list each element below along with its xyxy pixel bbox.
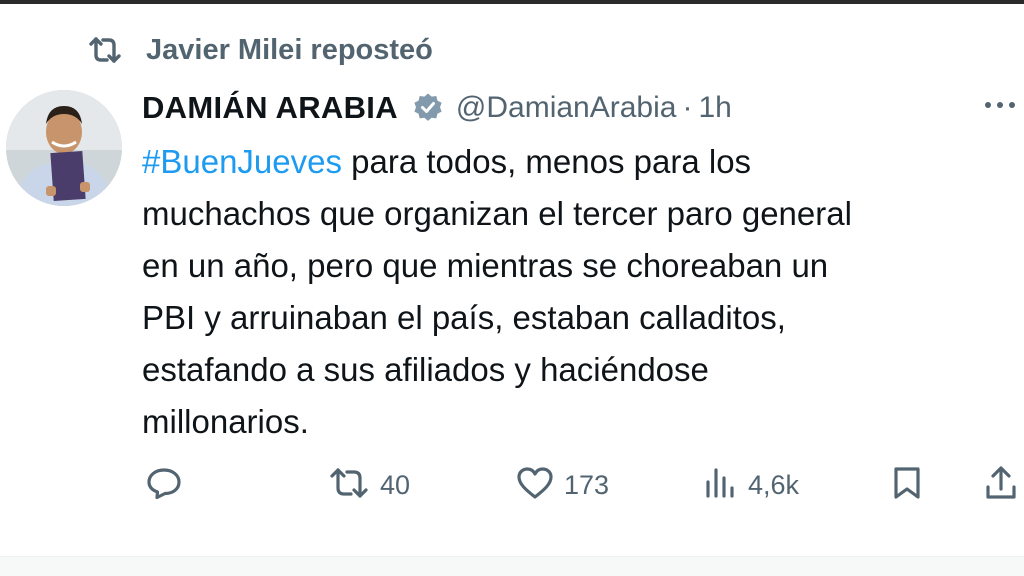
tweet-line: estafando a sus afiliados y haciéndose xyxy=(142,351,709,388)
like-button[interactable]: 173 xyxy=(516,460,609,510)
views-count: 4,6k xyxy=(748,469,800,500)
like-count: 173 xyxy=(564,469,610,500)
verified-badge-icon xyxy=(412,91,446,125)
reply-icon xyxy=(146,466,182,505)
tweet-text: #BuenJueves para todos, menos para los m… xyxy=(142,136,1012,448)
tweet-line: #BuenJueves para todos, menos para los xyxy=(142,136,1012,188)
reply-button[interactable] xyxy=(146,460,182,510)
bottom-divider xyxy=(0,556,1024,576)
header-separator: · xyxy=(682,91,693,124)
bookmark-button[interactable] xyxy=(892,460,922,510)
repost-button[interactable]: 40 xyxy=(328,460,410,510)
tweet-line: millonarios. xyxy=(142,403,309,440)
timestamp[interactable]: 1h xyxy=(698,91,731,125)
views-icon xyxy=(704,466,738,505)
share-icon xyxy=(984,465,1018,506)
tweet-line: PBI y arruinaban el país, estaban callad… xyxy=(142,299,786,336)
hashtag-link[interactable]: #BuenJueves xyxy=(142,143,342,180)
heart-icon xyxy=(516,466,554,505)
repost-icon xyxy=(328,466,370,505)
author-name[interactable]: DAMIÁN ARABIA xyxy=(142,90,398,126)
action-bar: 40 173 4,6k xyxy=(0,460,1024,510)
repost-label[interactable]: Javier Milei reposteó xyxy=(146,34,433,67)
more-options-icon[interactable] xyxy=(982,88,1024,122)
repost-attribution: Javier Milei reposteó xyxy=(86,30,433,70)
tweet-header: DAMIÁN ARABIA @DamianArabia · 1h xyxy=(142,86,732,130)
tweet-line: en un año, pero que mientras se choreaba… xyxy=(142,247,829,284)
bookmark-icon xyxy=(892,465,922,506)
author-handle[interactable]: @DamianArabia xyxy=(456,91,677,125)
share-button[interactable] xyxy=(984,460,1018,510)
tweet-line-text: para todos, menos para los xyxy=(341,143,752,180)
avatar[interactable] xyxy=(6,90,122,206)
tweet-line: muchachos que organizan el tercer paro g… xyxy=(142,195,852,232)
repost-icon xyxy=(86,33,124,67)
top-edge-bar xyxy=(0,0,1024,4)
repost-count: 40 xyxy=(380,469,411,500)
views-button[interactable]: 4,6k xyxy=(704,460,799,510)
